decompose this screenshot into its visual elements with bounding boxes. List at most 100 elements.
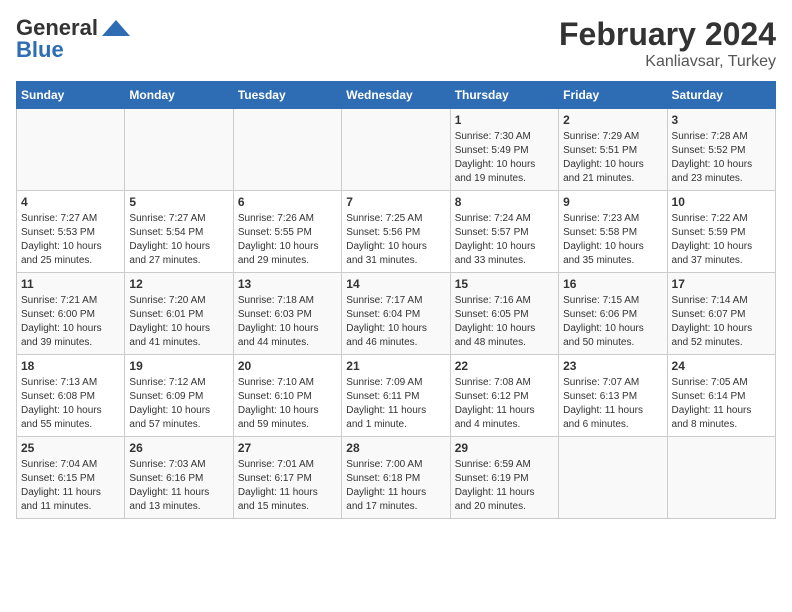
calendar-cell: 24 Sunrise: 7:05 AM Sunset: 6:14 PM Dayli… [667, 355, 775, 437]
calendar-cell [559, 437, 667, 519]
day-number: 5 [129, 195, 228, 209]
day-number: 21 [346, 359, 445, 373]
day-number: 23 [563, 359, 662, 373]
day-info: Sunrise: 7:26 AM Sunset: 5:55 PM Dayligh… [238, 212, 337, 268]
day-number: 26 [129, 441, 228, 455]
day-number: 13 [238, 277, 337, 291]
calendar-cell: 19Sunrise: 7:12 AM Sunset: 6:09 PM Dayli… [125, 355, 233, 437]
calendar-cell: 8 Sunrise: 7:24 AM Sunset: 5:57 PM Daylig… [450, 191, 558, 273]
day-info: Sunrise: 7:08 AM Sunset: 6:12 PM Dayligh… [455, 376, 554, 432]
day-info: Sunrise: 7:10 AM Sunset: 6:10 PM Dayligh… [238, 376, 337, 432]
calendar-week-4: 25 Sunrise: 7:04 AM Sunset: 6:15 PM Dayli… [17, 437, 776, 519]
calendar-cell [667, 437, 775, 519]
calendar-cell [125, 109, 233, 191]
calendar-cell: 20 Sunrise: 7:10 AM Sunset: 6:10 PM Dayli… [233, 355, 341, 437]
day-number: 1 [455, 113, 554, 127]
day-number: 6 [238, 195, 337, 209]
day-number: 20 [238, 359, 337, 373]
day-info: Sunrise: 7:28 AM Sunset: 5:52 PM Dayligh… [672, 130, 771, 186]
calendar-cell: 25 Sunrise: 7:04 AM Sunset: 6:15 PM Dayli… [17, 437, 125, 519]
day-number: 3 [672, 113, 771, 127]
calendar-week-0: 1Sunrise: 7:30 AM Sunset: 5:49 PM Daylig… [17, 109, 776, 191]
day-header-friday: Friday [559, 82, 667, 109]
day-number: 22 [455, 359, 554, 373]
day-info: Sunrise: 7:15 AM Sunset: 6:06 PM Dayligh… [563, 294, 662, 350]
day-header-saturday: Saturday [667, 82, 775, 109]
calendar-cell: 2Sunrise: 7:29 AM Sunset: 5:51 PM Daylig… [559, 109, 667, 191]
day-info: Sunrise: 7:18 AM Sunset: 6:03 PM Dayligh… [238, 294, 337, 350]
day-number: 15 [455, 277, 554, 291]
day-number: 18 [21, 359, 120, 373]
day-info: Sunrise: 7:07 AM Sunset: 6:13 PM Dayligh… [563, 376, 662, 432]
day-number: 11 [21, 277, 120, 291]
day-number: 7 [346, 195, 445, 209]
day-info: Sunrise: 7:04 AM Sunset: 6:15 PM Dayligh… [21, 458, 120, 514]
calendar-cell: 10 Sunrise: 7:22 AM Sunset: 5:59 PM Dayli… [667, 191, 775, 273]
calendar-cell: 11 Sunrise: 7:21 AM Sunset: 6:00 PM Dayli… [17, 273, 125, 355]
calendar-cell [233, 109, 341, 191]
calendar-cell: 7 Sunrise: 7:25 AM Sunset: 5:56 PM Daylig… [342, 191, 450, 273]
day-number: 17 [672, 277, 771, 291]
day-info: Sunrise: 7:22 AM Sunset: 5:59 PM Dayligh… [672, 212, 771, 268]
calendar-cell: 15 Sunrise: 7:16 AM Sunset: 6:05 PM Dayli… [450, 273, 558, 355]
calendar-cell: 4Sunrise: 7:27 AM Sunset: 5:53 PM Daylig… [17, 191, 125, 273]
calendar-cell: 21 Sunrise: 7:09 AM Sunset: 6:11 PM Dayli… [342, 355, 450, 437]
day-number: 9 [563, 195, 662, 209]
day-info: Sunrise: 7:14 AM Sunset: 6:07 PM Dayligh… [672, 294, 771, 350]
day-number: 27 [238, 441, 337, 455]
day-number: 14 [346, 277, 445, 291]
day-info: Sunrise: 6:59 AM Sunset: 6:19 PM Dayligh… [455, 458, 554, 514]
calendar-header-row: SundayMondayTuesdayWednesdayThursdayFrid… [17, 82, 776, 109]
calendar-cell [342, 109, 450, 191]
day-number: 10 [672, 195, 771, 209]
day-number: 4 [21, 195, 120, 209]
day-number: 29 [455, 441, 554, 455]
calendar-cell: 5 Sunrise: 7:27 AM Sunset: 5:54 PM Daylig… [125, 191, 233, 273]
day-header-monday: Monday [125, 82, 233, 109]
day-info: Sunrise: 7:17 AM Sunset: 6:04 PM Dayligh… [346, 294, 445, 350]
calendar-title: February 2024 [559, 16, 776, 53]
day-info: Sunrise: 7:09 AM Sunset: 6:11 PM Dayligh… [346, 376, 445, 432]
calendar-cell: 1Sunrise: 7:30 AM Sunset: 5:49 PM Daylig… [450, 109, 558, 191]
calendar-table: SundayMondayTuesdayWednesdayThursdayFrid… [16, 81, 776, 519]
day-info: Sunrise: 7:29 AM Sunset: 5:51 PM Dayligh… [563, 130, 662, 186]
day-info: Sunrise: 7:25 AM Sunset: 5:56 PM Dayligh… [346, 212, 445, 268]
day-number: 28 [346, 441, 445, 455]
calendar-cell: 29 Sunrise: 6:59 AM Sunset: 6:19 PM Dayli… [450, 437, 558, 519]
calendar-cell: 26 Sunrise: 7:03 AM Sunset: 6:16 PM Dayli… [125, 437, 233, 519]
calendar-cell: 28Sunrise: 7:00 AM Sunset: 6:18 PM Dayli… [342, 437, 450, 519]
day-info: Sunrise: 7:03 AM Sunset: 6:16 PM Dayligh… [129, 458, 228, 514]
calendar-cell: 9 Sunrise: 7:23 AM Sunset: 5:58 PM Daylig… [559, 191, 667, 273]
day-info: Sunrise: 7:01 AM Sunset: 6:17 PM Dayligh… [238, 458, 337, 514]
day-number: 16 [563, 277, 662, 291]
calendar-cell: 27 Sunrise: 7:01 AM Sunset: 6:17 PM Dayli… [233, 437, 341, 519]
page-header: General Blue February 2024 Kanliavsar, T… [16, 16, 776, 71]
day-number: 8 [455, 195, 554, 209]
day-info: Sunrise: 7:05 AM Sunset: 6:14 PM Dayligh… [672, 376, 771, 432]
calendar-cell [17, 109, 125, 191]
day-info: Sunrise: 7:12 AM Sunset: 6:09 PM Dayligh… [129, 376, 228, 432]
calendar-cell: 18 Sunrise: 7:13 AM Sunset: 6:08 PM Dayli… [17, 355, 125, 437]
day-info: Sunrise: 7:23 AM Sunset: 5:58 PM Dayligh… [563, 212, 662, 268]
day-number: 25 [21, 441, 120, 455]
logo: General Blue [16, 16, 130, 62]
day-number: 24 [672, 359, 771, 373]
day-info: Sunrise: 7:16 AM Sunset: 6:05 PM Dayligh… [455, 294, 554, 350]
calendar-cell: 22 Sunrise: 7:08 AM Sunset: 6:12 PM Dayli… [450, 355, 558, 437]
calendar-cell: 12Sunrise: 7:20 AM Sunset: 6:01 PM Dayli… [125, 273, 233, 355]
day-header-thursday: Thursday [450, 82, 558, 109]
day-header-wednesday: Wednesday [342, 82, 450, 109]
calendar-cell: 17 Sunrise: 7:14 AM Sunset: 6:07 PM Dayli… [667, 273, 775, 355]
day-info: Sunrise: 7:27 AM Sunset: 5:54 PM Dayligh… [129, 212, 228, 268]
calendar-cell: 3 Sunrise: 7:28 AM Sunset: 5:52 PM Daylig… [667, 109, 775, 191]
calendar-cell: 23 Sunrise: 7:07 AM Sunset: 6:13 PM Dayli… [559, 355, 667, 437]
day-info: Sunrise: 7:20 AM Sunset: 6:01 PM Dayligh… [129, 294, 228, 350]
calendar-cell: 13 Sunrise: 7:18 AM Sunset: 6:03 PM Dayli… [233, 273, 341, 355]
day-info: Sunrise: 7:13 AM Sunset: 6:08 PM Dayligh… [21, 376, 120, 432]
day-info: Sunrise: 7:24 AM Sunset: 5:57 PM Dayligh… [455, 212, 554, 268]
calendar-cell: 14 Sunrise: 7:17 AM Sunset: 6:04 PM Dayli… [342, 273, 450, 355]
calendar-week-2: 11 Sunrise: 7:21 AM Sunset: 6:00 PM Dayli… [17, 273, 776, 355]
logo-blue-text: Blue [16, 38, 64, 62]
calendar-week-3: 18 Sunrise: 7:13 AM Sunset: 6:08 PM Dayli… [17, 355, 776, 437]
day-info: Sunrise: 7:21 AM Sunset: 6:00 PM Dayligh… [21, 294, 120, 350]
